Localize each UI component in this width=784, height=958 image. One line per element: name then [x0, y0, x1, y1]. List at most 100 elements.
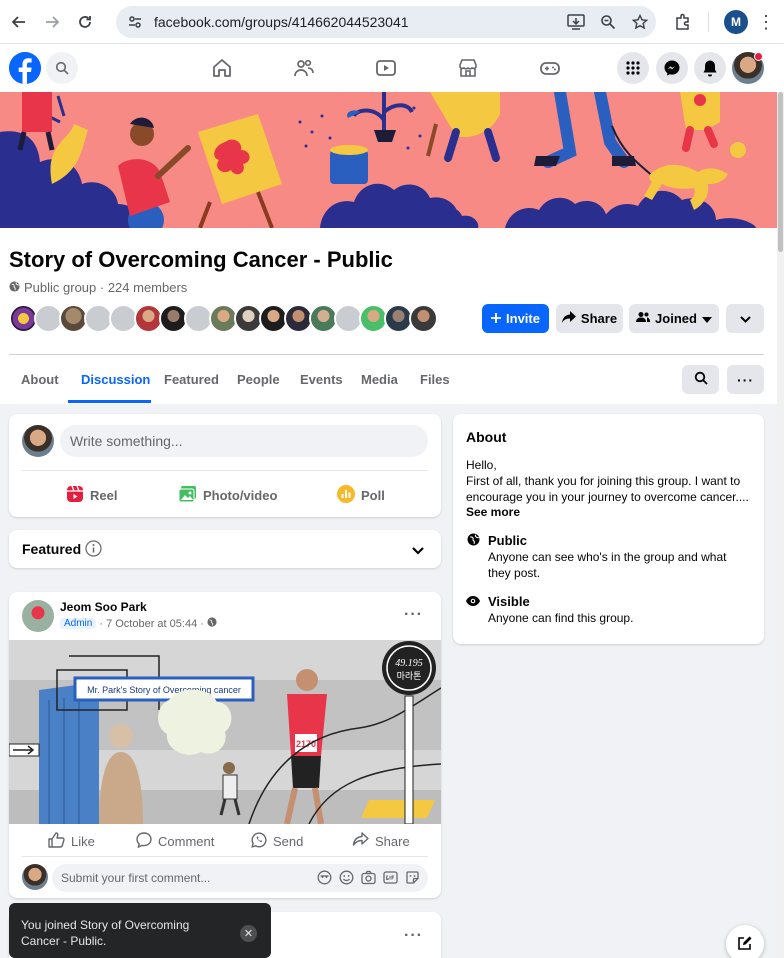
reload-icon[interactable] — [70, 7, 100, 37]
more-options-button[interactable] — [726, 304, 764, 333]
compose-edit-icon — [737, 935, 753, 954]
forward-icon[interactable] — [37, 7, 67, 37]
post-author-avatar[interactable] — [22, 600, 54, 632]
tab-about[interactable]: About — [21, 372, 59, 387]
share-group-button[interactable]: Share — [556, 304, 623, 333]
photo-video-label: Photo/video — [203, 488, 278, 503]
photo-video-button[interactable]: Photo/video — [178, 485, 277, 506]
privacy-public-description: Anyone can see who's in the group and wh… — [488, 550, 727, 580]
notifications-bell-icon[interactable] — [694, 52, 726, 84]
tab-events[interactable]: Events — [300, 372, 343, 387]
close-icon[interactable]: ✕ — [240, 925, 257, 942]
visibility-title: Visible — [488, 594, 530, 609]
post-image-sign-bottom: 마라톤 — [397, 671, 422, 682]
commenter-avatar[interactable] — [22, 864, 48, 890]
group-meta-text[interactable]: Public group · 224 members — [24, 280, 187, 295]
about-description: Hello, First of all, thank you for joini… — [466, 458, 749, 504]
search-icon — [694, 371, 708, 388]
gif-icon[interactable] — [383, 870, 398, 888]
menu-grid-icon[interactable] — [617, 52, 649, 84]
post-options-icon[interactable]: ··· — [404, 606, 423, 624]
back-icon[interactable] — [4, 7, 34, 37]
see-more-link[interactable]: See more — [466, 505, 520, 519]
site-info-icon[interactable] — [124, 14, 146, 30]
url-text[interactable]: facebook.com/groups/414662044523041 — [154, 14, 560, 30]
post-meta: Admin · 7 October at 05:44 · — [60, 617, 217, 630]
post-image-bib-text: 2170 — [296, 739, 316, 749]
messenger-icon[interactable] — [656, 52, 688, 84]
joined-button[interactable]: Joined — [629, 304, 719, 333]
marketplace-icon[interactable] — [454, 54, 482, 82]
header-divider — [9, 354, 764, 355]
emoji-icon[interactable] — [339, 870, 354, 888]
extensions-icon[interactable] — [670, 9, 696, 35]
share-arrow-icon — [561, 311, 576, 326]
group-more-button[interactable]: ··· — [727, 365, 764, 394]
home-icon[interactable] — [208, 54, 236, 82]
info-icon[interactable] — [85, 540, 102, 560]
member-avatar[interactable] — [409, 304, 438, 333]
joined-toast: You joined Story of Overcoming Cancer - … — [9, 903, 271, 958]
group-search-button[interactable] — [682, 365, 719, 394]
joined-members-icon — [636, 311, 651, 326]
next-post-options-icon[interactable]: ··· — [404, 927, 423, 945]
send-button[interactable]: Send — [251, 832, 303, 851]
tab-media[interactable]: Media — [361, 372, 398, 387]
poll-label: Poll — [361, 488, 385, 503]
bookmark-star-icon[interactable] — [624, 6, 656, 38]
browser-menu-icon[interactable]: ⋮ — [756, 10, 776, 34]
reel-label: Reel — [90, 488, 118, 503]
tab-discussion[interactable]: Discussion — [81, 372, 150, 387]
invite-label: Invite — [506, 311, 540, 326]
share-label: Share — [580, 311, 618, 326]
post-author-name[interactable]: Jeom Soo Park — [60, 600, 147, 614]
like-label: Like — [71, 834, 95, 849]
camera-icon[interactable] — [361, 870, 376, 888]
address-bar[interactable]: facebook.com/groups/414662044523041 — [116, 6, 656, 38]
post-timestamp[interactable]: · 7 October at 05:44 · — [99, 618, 204, 630]
zoom-icon[interactable] — [592, 6, 624, 38]
comment-input[interactable]: Submit your first comment... — [52, 864, 428, 892]
tab-people[interactable]: People — [237, 372, 280, 387]
toolbar-divider — [708, 12, 709, 32]
more-dots-icon: ··· — [737, 371, 754, 388]
browser-profile-avatar[interactable]: M — [724, 10, 748, 34]
tab-featured[interactable]: Featured — [164, 372, 219, 387]
chevron-down-icon — [739, 311, 751, 326]
write-something-input[interactable]: Write something... — [60, 425, 428, 457]
whatsapp-icon — [251, 832, 267, 851]
facebook-search-icon[interactable] — [46, 52, 78, 84]
member-avatars[interactable] — [9, 304, 438, 334]
audience-globe-icon — [207, 617, 217, 630]
page-scrollbar-thumb[interactable] — [778, 92, 783, 252]
like-button[interactable]: Like — [48, 832, 95, 851]
install-app-icon[interactable] — [560, 6, 592, 38]
share-post-label: Share — [375, 833, 410, 849]
invite-button[interactable]: Invite — [482, 304, 549, 333]
share-post-button[interactable]: Share — [352, 832, 410, 850]
comment-button[interactable]: Comment — [136, 832, 214, 851]
comment-input-placeholder: Submit your first comment... — [61, 871, 211, 885]
video-icon[interactable] — [372, 54, 400, 82]
tab-files[interactable]: Files — [420, 372, 450, 387]
comment-bubble-icon — [136, 832, 152, 851]
send-label: Send — [273, 834, 304, 849]
privacy-public-title: Public — [488, 533, 528, 548]
comment-label: Comment — [158, 834, 215, 849]
featured-chevron-down-icon[interactable] — [412, 543, 424, 558]
groups-icon[interactable] — [290, 54, 318, 82]
post-image[interactable]: Mr. Park's Story of Overcoming cancer 21… — [9, 640, 441, 824]
reel-icon — [66, 485, 84, 506]
post-image-illustration: Mr. Park's Story of Overcoming cancer 21… — [9, 640, 441, 824]
facebook-logo-icon[interactable] — [9, 52, 41, 84]
reel-button[interactable]: Reel — [66, 485, 117, 506]
new-message-compose-button[interactable] — [726, 925, 764, 958]
poll-button[interactable]: Poll — [337, 485, 385, 506]
avatar-sticker-icon[interactable] — [317, 870, 332, 888]
composer-avatar[interactable] — [22, 425, 54, 457]
gaming-icon[interactable] — [536, 54, 564, 82]
plus-icon — [491, 311, 502, 326]
share-icon — [352, 832, 369, 850]
public-globe-icon — [466, 532, 480, 546]
sticker-icon[interactable] — [405, 870, 420, 888]
